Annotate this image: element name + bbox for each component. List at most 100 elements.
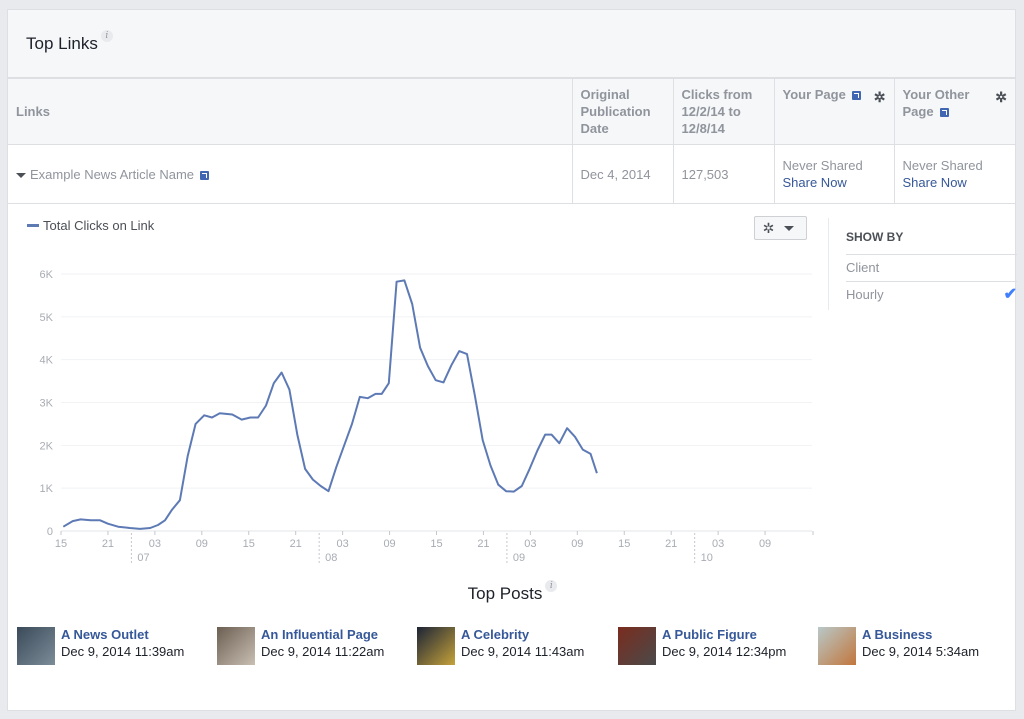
link-cell: Example News Article Name [8,144,573,204]
external-link-icon[interactable] [939,108,949,118]
day-label: 09 [513,552,525,564]
x-tick-label: 09 [383,538,395,550]
expand-caret-icon[interactable] [16,172,26,178]
x-tick-label: 21 [290,538,302,550]
post-thumbnail[interactable] [417,627,455,665]
link-name[interactable]: Example News Article Name [30,167,194,182]
x-tick-label: 09 [571,538,583,550]
other-page-cell: Never Shared Share Now [894,144,1015,204]
top-links-panel: Top Links i Links Original Publication Da… [7,9,1017,711]
show-by-title: SHOW BY [846,218,1017,255]
y-tick-label: 2K [40,440,54,452]
x-tick-label: 15 [618,538,630,550]
top-posts-title-text: Top Posts [467,584,543,603]
show-by-option-hourly[interactable]: Hourly ✔ [846,282,1017,308]
your-other-page-label[interactable]: Your Other Page [903,87,970,119]
legend-label: Total Clicks on Link [43,218,155,233]
other-page-status: Never Shared [902,158,983,173]
x-tick-label: 15 [243,538,255,550]
post-page-name[interactable]: A Public Figure [662,627,786,643]
header-links: Links [8,79,573,145]
external-link-icon[interactable] [851,91,861,101]
option-label: Client [846,260,880,275]
top-post-item[interactable]: An Influential Page Dec 9, 2014 11:22am [217,627,384,667]
chart-settings-button[interactable]: ✲ [754,216,807,240]
links-table: Links Original Publication Date Clicks f… [8,79,1015,204]
panel-title-text: Top Links [26,34,98,53]
info-icon[interactable]: i [545,580,558,592]
header-clicks: Clicks from 12/2/14 to 12/8/14 [673,79,775,145]
post-text: A Public Figure Dec 9, 2014 12:34pm [662,627,786,667]
y-tick-label: 0 [47,526,53,538]
clicks-cell: 127,503 [673,144,775,204]
top-post-item[interactable]: A Celebrity Dec 9, 2014 11:43am [417,627,584,667]
panel-header: Top Links i [8,10,1015,79]
top-post-item[interactable]: A Public Figure Dec 9, 2014 12:34pm [618,627,786,667]
line-chart: 0 1K 2K 3K 4K 5K 6K 15 21 03 09 15 21 03 09 15 21 03 09 15 2… [40,269,814,564]
x-tick-label: 03 [712,538,724,550]
day-label: 07 [137,552,149,564]
post-thumbnail[interactable] [618,627,656,665]
y-tick-label: 1K [40,483,54,495]
series-line [62,279,598,530]
header-your-other-page: Your Other Page ✲ [894,79,1015,145]
gear-icon[interactable]: ✲ [995,90,1007,104]
x-tick-label: 09 [196,538,208,550]
post-thumbnail[interactable] [17,627,55,665]
x-tick-label: 09 [759,538,771,550]
info-icon[interactable]: i [100,30,113,42]
post-date: Dec 9, 2014 11:43am [461,644,585,659]
post-page-name[interactable]: A Business [862,627,979,643]
post-page-name[interactable]: An Influential Page [261,627,384,643]
x-tick-label: 21 [102,538,114,550]
your-page-cell: Never Shared Share Now [774,144,895,204]
post-date: Dec 9, 2014 5:34am [862,644,980,659]
y-tick-label: 3K [40,398,54,410]
header-your-page: Your Page ✲ [774,79,895,145]
top-posts-title: Top Posts i [8,580,1017,604]
chart-legend: Total Clicks on Link [27,218,154,233]
legend-swatch [27,224,39,227]
post-thumbnail[interactable] [217,627,255,665]
table-row: Example News Article Name Dec 4, 2014 12… [8,144,1015,204]
share-now-link[interactable]: Share Now [903,174,1008,191]
your-page-status: Never Shared [782,158,863,173]
day-label: 08 [325,552,337,564]
x-tick-label: 03 [149,538,161,550]
post-date: Dec 9, 2014 11:39am [61,644,185,659]
table-header-row: Links Original Publication Date Clicks f… [8,79,1015,145]
post-thumbnail[interactable] [818,627,856,665]
chart-area: 0 1K 2K 3K 4K 5K 6K 15 21 03 09 15 21 03 09 15 21 03 09 15 2… [8,200,1017,590]
post-text: A Business Dec 9, 2014 5:34am [862,627,979,667]
x-tick-label: 03 [524,538,536,550]
post-date: Dec 9, 2014 12:34pm [662,644,787,659]
post-text: An Influential Page Dec 9, 2014 11:22am [261,627,384,667]
show-by-option-client[interactable]: Client [846,255,1017,282]
y-tick-label: 4K [40,355,54,367]
top-post-item[interactable]: A Business Dec 9, 2014 5:34am [818,627,979,667]
x-tick-label: 21 [665,538,677,550]
post-text: A News Outlet Dec 9, 2014 11:39am [61,627,184,667]
post-text: A Celebrity Dec 9, 2014 11:43am [461,627,584,667]
panel-title: Top Links i [26,30,113,54]
gear-icon: ✲ [762,220,775,236]
top-posts-list: A News Outlet Dec 9, 2014 11:39am An Influ… [17,627,1017,667]
show-by-panel: SHOW BY Client Hourly ✔ [828,218,1017,310]
external-link-icon[interactable] [200,170,209,180]
x-tick-label: 15 [430,538,442,550]
x-tick-label: 21 [477,538,489,550]
post-page-name[interactable]: A News Outlet [61,627,184,643]
share-now-link[interactable]: Share Now [783,174,886,191]
header-pub-date: Original Publication Date [572,79,674,145]
gear-icon[interactable]: ✲ [874,90,886,104]
day-label: 10 [701,552,713,564]
y-tick-label: 6K [40,269,54,281]
top-post-item[interactable]: A News Outlet Dec 9, 2014 11:39am [17,627,184,667]
x-tick-label: 03 [337,538,349,550]
checkmark-icon: ✔ [1003,286,1017,303]
y-tick-label: 5K [40,312,54,324]
x-tick-label: 15 [55,538,67,550]
post-date: Dec 9, 2014 11:22am [261,644,385,659]
your-page-label[interactable]: Your Page [783,87,846,102]
post-page-name[interactable]: A Celebrity [461,627,584,643]
